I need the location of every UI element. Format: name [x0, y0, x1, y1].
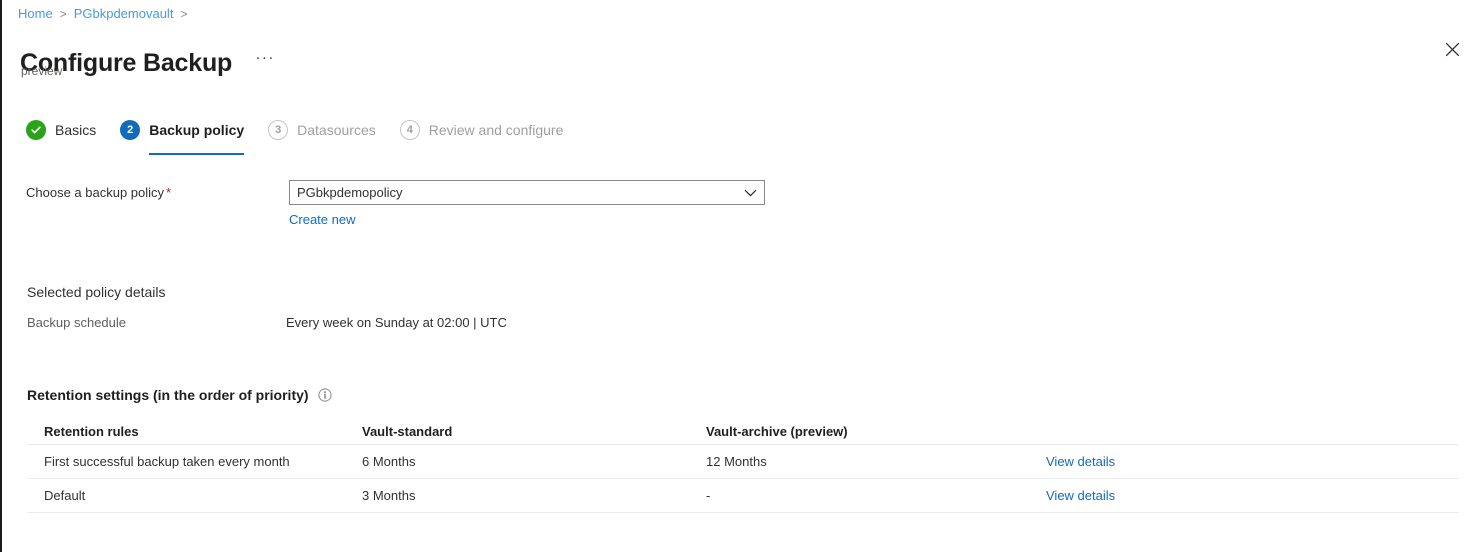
cell-vault-archive: 12 Months: [706, 454, 1046, 469]
cell-retention-rule: First successful backup taken every mont…: [27, 454, 362, 469]
wizard-step-label: Basics: [55, 122, 96, 138]
cell-vault-archive: -: [706, 488, 1046, 503]
wizard-step-datasources[interactable]: 3 Datasources: [268, 112, 376, 148]
cell-actions: View details: [1046, 454, 1459, 469]
required-marker: *: [166, 185, 171, 200]
more-options-icon[interactable]: ···: [252, 50, 278, 76]
backup-policy-form-row: Choose a backup policy* PGbkpdemopolicy …: [26, 180, 786, 229]
backup-schedule-value: Every week on Sunday at 02:00 | UTC: [286, 315, 507, 330]
preview-label: preview: [21, 64, 62, 78]
breadcrumb-item-home[interactable]: Home: [18, 4, 53, 24]
wizard-step-review-and-configure[interactable]: 4 Review and configure: [400, 112, 564, 148]
wizard-step-backup-policy[interactable]: 2 Backup policy: [120, 112, 244, 148]
retention-settings-heading: Retention settings (in the order of prio…: [27, 387, 332, 403]
wizard-step-label: Backup policy: [149, 122, 244, 138]
cell-vault-standard: 3 Months: [362, 488, 706, 503]
cell-vault-standard: 6 Months: [362, 454, 706, 469]
step-number-badge: 3: [268, 120, 288, 140]
view-details-link[interactable]: View details: [1046, 488, 1115, 503]
table-row: Default 3 Months - View details: [27, 479, 1459, 513]
close-icon[interactable]: [1437, 34, 1467, 64]
column-header-retention-rules: Retention rules: [27, 424, 362, 439]
breadcrumb-separator-icon: >: [180, 4, 187, 24]
check-circle-icon: [26, 120, 46, 140]
backup-policy-label-text: Choose a backup policy: [26, 185, 164, 200]
configure-backup-blade: Home > PGbkpdemovault > Configure Backup…: [0, 0, 1482, 552]
info-icon[interactable]: [318, 388, 332, 402]
page-title-row: Configure Backup ···: [20, 30, 278, 96]
wizard-step-basics[interactable]: Basics: [26, 112, 96, 148]
wizard-steps: Basics 2 Backup policy 3 Datasources 4 R…: [26, 112, 587, 152]
cell-actions: View details: [1046, 488, 1459, 503]
breadcrumb: Home > PGbkpdemovault >: [18, 4, 194, 24]
create-new-policy-link[interactable]: Create new: [289, 212, 355, 227]
wizard-step-label: Datasources: [297, 122, 376, 138]
column-header-vault-standard: Vault-standard: [362, 424, 706, 439]
backup-schedule-label: Backup schedule: [27, 315, 286, 330]
table-header-row: Retention rules Vault-standard Vault-arc…: [27, 418, 1459, 445]
backup-policy-select-wrapper: PGbkpdemopolicy: [289, 180, 765, 205]
wizard-step-label: Review and configure: [429, 122, 564, 138]
backup-policy-label: Choose a backup policy*: [26, 180, 289, 203]
breadcrumb-separator-icon: >: [60, 4, 67, 24]
step-number-badge: 2: [120, 120, 140, 140]
cell-retention-rule: Default: [27, 488, 362, 503]
retention-rules-table: Retention rules Vault-standard Vault-arc…: [27, 418, 1459, 513]
column-header-vault-archive: Vault-archive (preview): [706, 424, 1046, 439]
table-row: First successful backup taken every mont…: [27, 445, 1459, 479]
selected-policy-details-heading: Selected policy details: [27, 284, 166, 300]
step-number-badge: 4: [400, 120, 420, 140]
backup-policy-select[interactable]: PGbkpdemopolicy: [289, 180, 765, 205]
breadcrumb-item-vault[interactable]: PGbkpdemovault: [74, 4, 174, 24]
view-details-link[interactable]: View details: [1046, 454, 1115, 469]
backup-policy-field-column: PGbkpdemopolicy Create new: [289, 180, 786, 229]
backup-schedule-row: Backup schedule Every week on Sunday at …: [27, 315, 1027, 330]
retention-settings-heading-text: Retention settings (in the order of prio…: [27, 387, 309, 403]
